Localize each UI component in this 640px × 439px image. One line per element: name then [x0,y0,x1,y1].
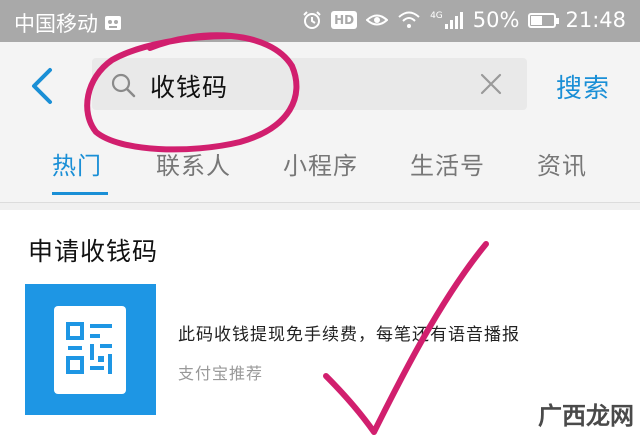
network-type-label: 4G [430,11,443,21]
battery-level [531,15,543,25]
result-description: 此码收钱提现免手续费，每笔还有语音播报 [178,325,520,345]
search-header: 收钱码 搜索 [0,42,640,130]
battery-icon [528,12,560,28]
tab-life-accounts[interactable]: 生活号 [410,146,485,181]
signal-bars-icon [444,12,463,29]
result-thumbnail[interactable] [25,284,156,415]
search-icon [111,73,136,98]
clock: 21:48 [565,8,626,32]
chevron-left-icon [32,68,52,104]
signal-indicator: 4G [430,11,464,29]
tab-mini-programs[interactable]: 小程序 [283,146,358,181]
tab-contacts[interactable]: 联系人 [156,146,231,181]
tab-news[interactable]: 资讯 [537,146,587,181]
wifi-icon [398,11,420,28]
eye-comfort-icon [366,14,389,26]
status-bar-left: 中国移动 [14,8,122,38]
qr-code-icon [54,306,126,394]
close-icon[interactable] [479,72,503,96]
search-query[interactable]: 收钱码 [150,68,228,104]
tab-hot[interactable]: 热门 [52,146,102,181]
status-bar: 中国移动 HD 4G 50% 21:48 [0,0,640,42]
active-tab-indicator [52,192,108,195]
back-button[interactable] [26,64,58,108]
carrier-name: 中国移动 [14,12,98,36]
result-tabs: 热门 联系人 小程序 生活号 资讯 [0,130,640,202]
result-source: 支付宝推荐 [178,364,264,383]
divider [0,202,640,203]
status-bar-right: HD 4G 50% 21:48 [302,8,626,32]
hd-voice-icon: HD [331,11,358,29]
search-button[interactable]: 搜索 [556,68,610,105]
watermark: 广西龙网 [538,402,634,430]
battery-percent: 50% [472,8,520,32]
result-title[interactable]: 申请收钱码 [28,232,158,268]
alarm-icon [303,11,321,29]
search-input[interactable]: 收钱码 [92,58,527,110]
notification-icon [105,16,121,30]
